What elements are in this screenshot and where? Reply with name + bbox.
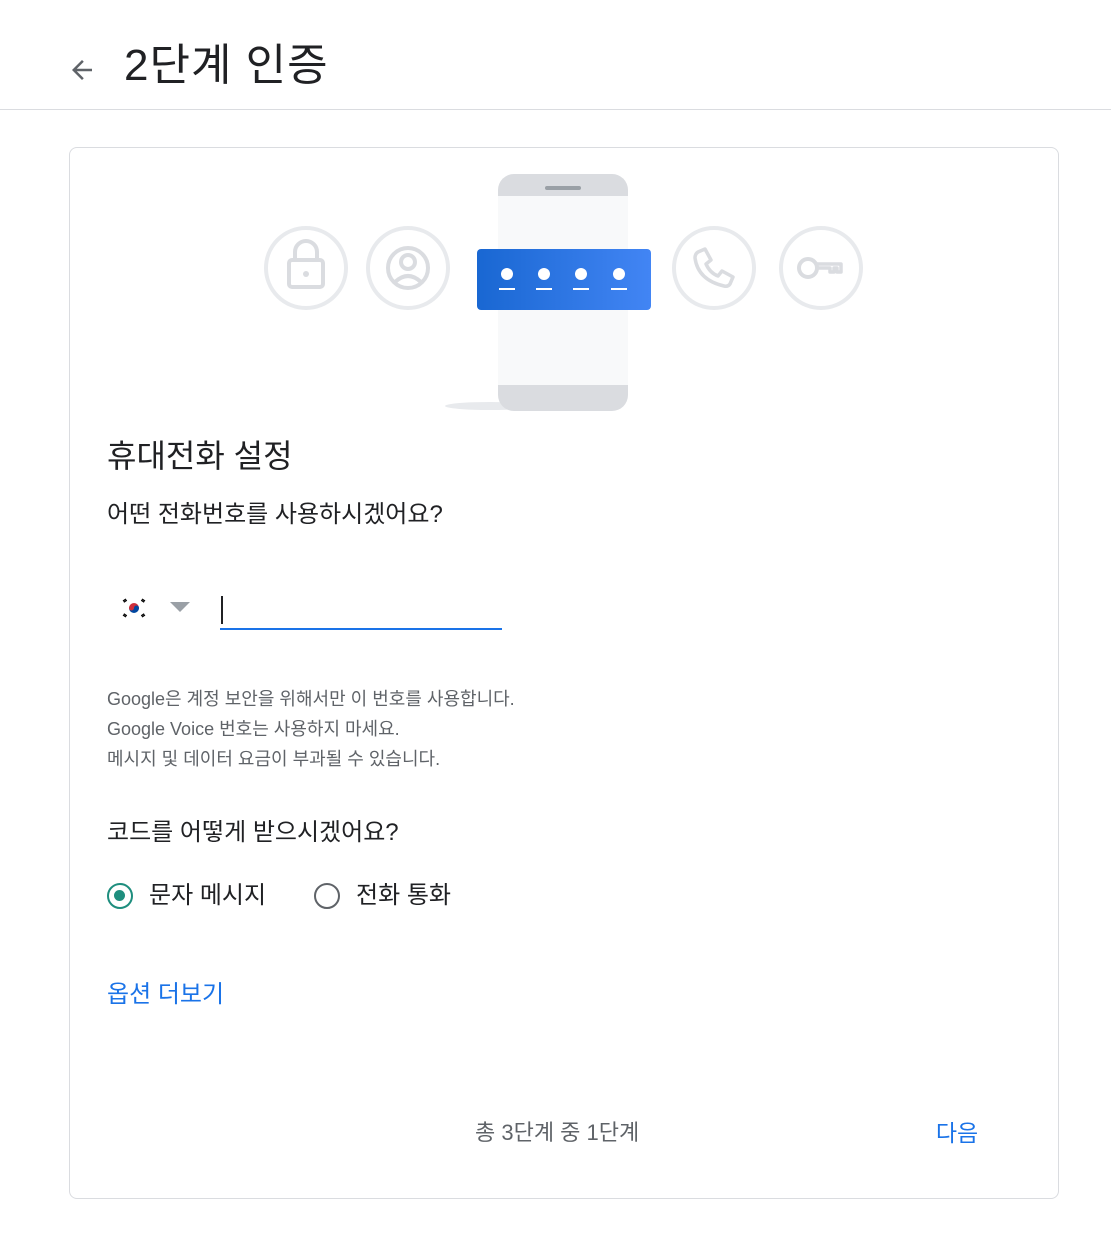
- verification-code-bubble: [477, 249, 651, 310]
- radio-button-unchecked[interactable]: [314, 883, 340, 909]
- two-step-illustration: [264, 174, 863, 411]
- page-header: 2단계 인증: [0, 0, 1111, 110]
- next-button[interactable]: 다음: [920, 1110, 994, 1156]
- privacy-notice: Google은 계정 보안을 위해서만 이 번호를 사용합니다. Google …: [107, 684, 515, 774]
- section-title: 휴대전화 설정: [107, 438, 293, 474]
- page-title: 2단계 인증: [124, 41, 329, 90]
- method-question: 코드를 어떻게 받으시겠어요?: [107, 819, 399, 846]
- notice-line: Google Voice 번호는 사용하지 마세요.: [107, 719, 400, 739]
- phone-number-input[interactable]: [220, 590, 502, 630]
- radio-phone-call[interactable]: 전화 통화: [314, 878, 451, 914]
- more-options-link[interactable]: 옵션 더보기: [107, 978, 224, 1012]
- back-button[interactable]: [56, 44, 108, 96]
- south-korea-flag-icon: [120, 597, 148, 619]
- radio-button-checked[interactable]: [107, 883, 133, 909]
- notice-line: 메시지 및 데이터 요금이 부과될 수 있습니다.: [107, 749, 441, 769]
- lock-icon: [264, 226, 348, 310]
- phone-icon: [672, 226, 756, 310]
- account-circle-icon: [366, 226, 450, 310]
- radio-text-message[interactable]: 문자 메시지: [107, 878, 266, 914]
- radio-label: 문자 메시지: [149, 882, 267, 909]
- country-selector[interactable]: [120, 588, 210, 628]
- key-icon: [779, 226, 863, 310]
- triangle-down-icon: [170, 602, 190, 612]
- step-indicator: 총 3단계 중 1단계: [475, 1120, 640, 1145]
- text-cursor: [221, 596, 223, 624]
- radio-label: 전화 통화: [356, 882, 451, 909]
- notice-line: Google은 계정 보안을 위해서만 이 번호를 사용합니다.: [107, 689, 515, 709]
- phone-question: 어떤 전화번호를 사용하시겠어요?: [107, 501, 443, 528]
- arrow-back-icon: [72, 60, 92, 80]
- setup-card: 휴대전화 설정 어떤 전화번호를 사용하시겠어요? Google은 계정 보안을…: [69, 147, 1059, 1199]
